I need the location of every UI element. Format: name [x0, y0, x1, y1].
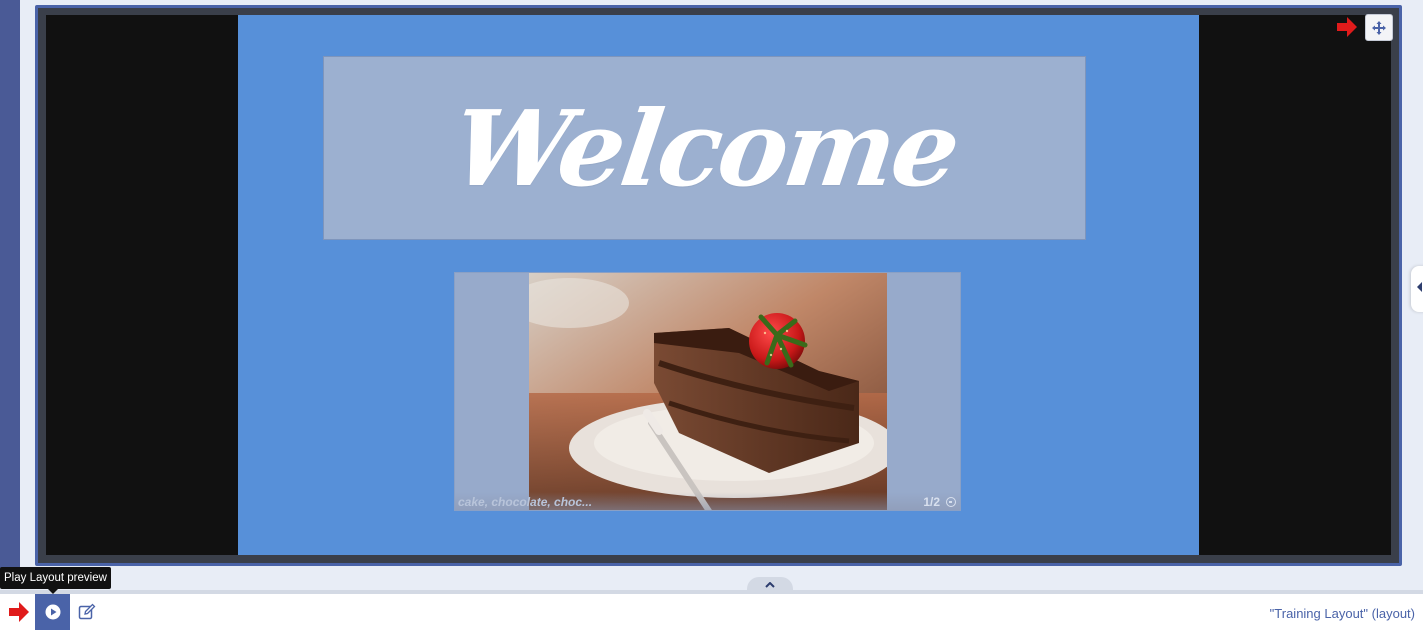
red-arrow-icon [9, 602, 29, 622]
layout-preview-frame: Welcome cake, chocolate, choc... 1/2 [35, 5, 1402, 566]
play-preview-tooltip: Play Layout preview [0, 567, 111, 589]
image-slideshow-region[interactable]: cake, chocolate, choc... 1/2 [454, 272, 961, 511]
layout-canvas: Welcome cake, chocolate, choc... 1/2 [238, 15, 1199, 555]
layout-name-label[interactable]: "Training Layout" (layout) [1270, 606, 1415, 621]
left-sidebar-strip [0, 0, 20, 573]
tooltip-arrow [48, 589, 58, 594]
play-circle-icon [45, 604, 60, 620]
move-arrows-icon [1372, 20, 1386, 35]
chevron-left-icon [1417, 282, 1422, 292]
zoom-icon[interactable] [946, 497, 956, 507]
preview-viewport: Welcome cake, chocolate, choc... 1/2 [46, 15, 1391, 555]
play-layout-preview-button[interactable] [35, 594, 70, 630]
image-tags: cake, chocolate, choc... [458, 495, 593, 509]
move-button[interactable] [1365, 14, 1393, 41]
welcome-text: Welcome [444, 86, 965, 210]
side-panel-toggle[interactable] [1411, 266, 1423, 312]
red-arrow-icon [1337, 17, 1357, 37]
image-counter: 1/2 [923, 495, 940, 509]
edit-icon[interactable] [78, 603, 96, 621]
chevron-up-icon [765, 582, 775, 588]
bottom-toolbar: "Training Layout" (layout) [0, 594, 1423, 630]
cake-image [529, 273, 887, 510]
welcome-text-region[interactable]: Welcome [323, 56, 1086, 240]
